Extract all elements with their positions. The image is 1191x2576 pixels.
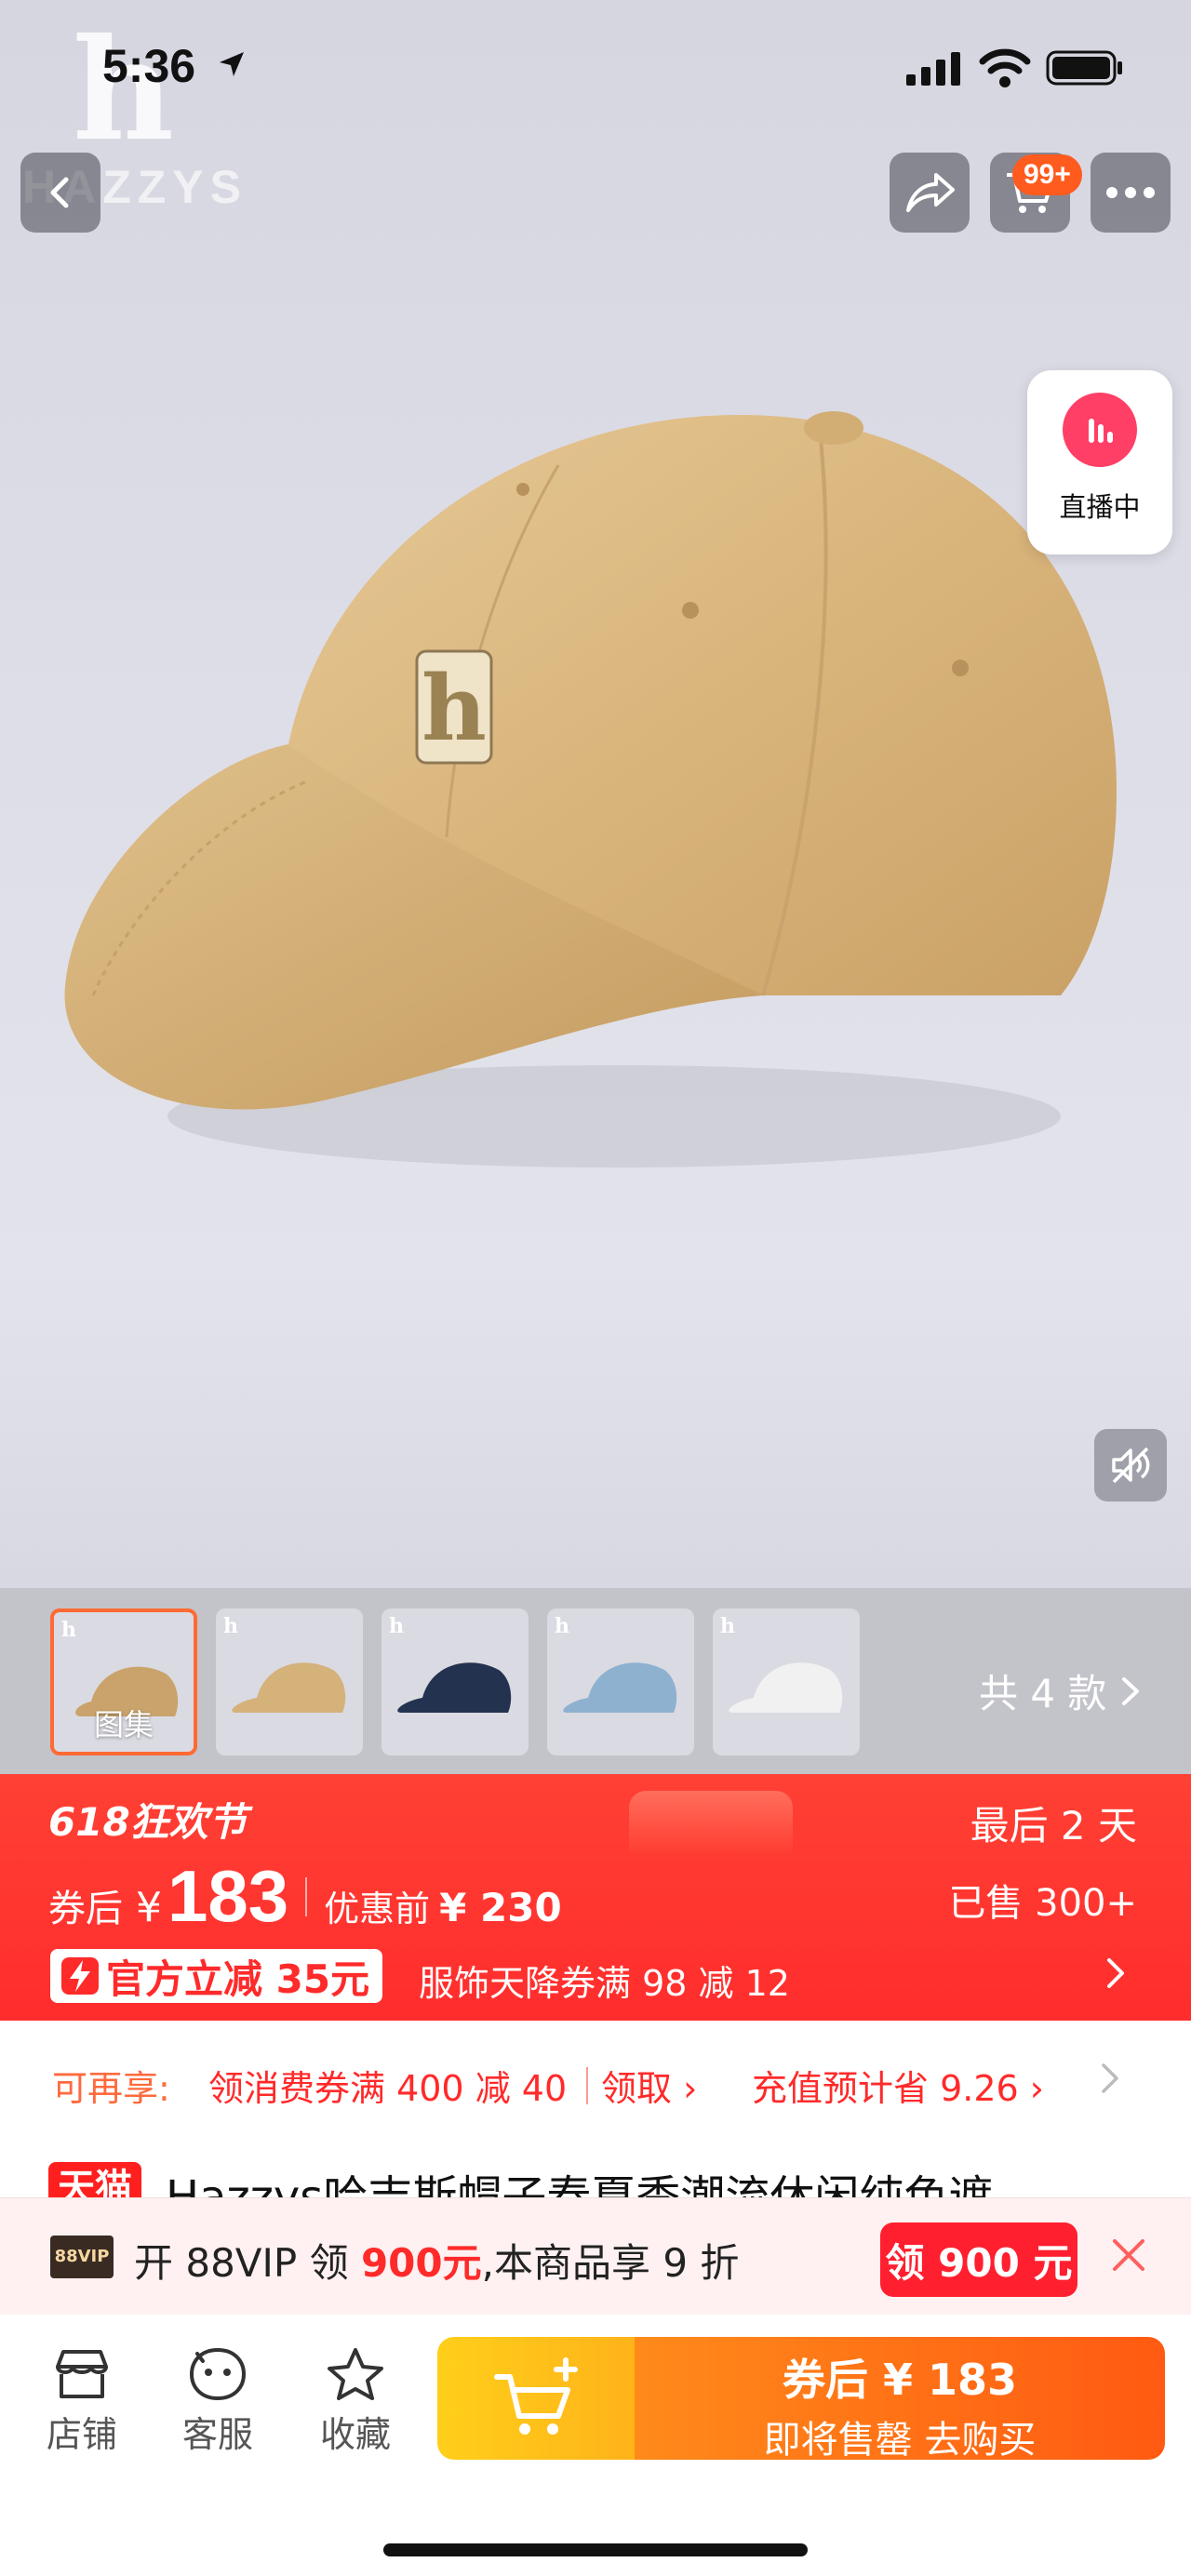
location-arrow-icon [220,52,244,76]
buy-button-group: 券后 ¥ 183 即将售罄 去购买 [437,2337,1165,2460]
share-button[interactable] [890,153,970,233]
store-label: 店铺 [46,2414,117,2455]
vip-text-pre: 开 88VIP 领 [134,2240,361,2286]
speaker-muted-icon [1112,1447,1150,1484]
thumbnail-white[interactable]: h [713,1608,860,1755]
sold-count: 已售 300+ [948,1882,1137,1925]
home-indicator[interactable] [383,2543,808,2556]
thumb-logo: h [389,1614,404,1638]
cart-count-badge: 99+ [1012,154,1082,195]
consumer-coupon[interactable]: 领消费券满 400 减 40 [208,2060,567,2111]
thumb-logo: h [555,1614,569,1638]
claim-label: 领取 [601,2068,673,2109]
vip-tag: 88VIP [50,2236,114,2278]
current-price: 183 [167,1855,289,1937]
official-discount-text: 官方立减 35元 [106,1955,370,2002]
favorite-button[interactable]: 收藏 [300,2346,411,2457]
buy-action-line: 即将售罄 去购买 [763,2419,1037,2460]
claim-coupon-link[interactable]: 领取 › [601,2060,697,2111]
price-divider [305,1876,308,1916]
coupon-divider [586,2067,588,2104]
tmall-badge: 天猫 [48,2162,141,2197]
festival-label: 618狂欢节 [48,1799,248,1845]
vip-text-post: ,本商品享 9 折 [481,2240,740,2286]
add-to-cart-button[interactable] [437,2337,635,2460]
days-left: 最后 2 天 [970,1803,1137,1849]
thumbnail-strip: h 图集 h h h h 共 4 款 [0,1588,1191,1774]
after-coupon-label: 券后 [48,1888,123,1930]
vip-bar: 88VIP 开 88VIP 领 900元,本商品享 9 折 领 900 元 [0,2197,1191,2315]
price-row: 券后 ¥ 183 优惠前 ¥ 230 [48,1854,562,1939]
live-bars-icon [1063,393,1137,467]
recharge-savings-link[interactable]: 充值预计省 9.26 › [752,2060,1044,2111]
product-image-area[interactable]: h h HAZZYS 5:36 99+ 直播中 [0,0,1191,1588]
thumb-logo: h [61,1618,76,1642]
mute-button[interactable] [1094,1429,1167,1502]
star-icon [328,2348,383,2400]
live-stream-button[interactable]: 直播中 [1027,370,1172,554]
product-cap-image: h [64,411,1117,1168]
coupon-description[interactable]: 服饰天降券满 98 减 12 [419,1955,790,2006]
more-options-button[interactable] [1091,153,1171,233]
gallery-caption: 图集 [93,1707,154,1742]
lightning-icon [61,1957,99,1995]
share-icon [906,173,955,212]
wifi-icon [979,48,1031,87]
official-discount-tag: 官方立减 35元 [50,1949,383,2003]
close-icon[interactable] [1107,2234,1150,2276]
product-title: Hazzys哈吉斯帽子春夏季潮流休闲纯色遮 [166,2171,994,2197]
cart-plus-icon [494,2357,578,2435]
service-label: 客服 [181,2414,253,2455]
chevron-right-icon[interactable] [1100,2062,1120,2095]
thumb-logo: h [223,1614,238,1638]
customer-service-button[interactable]: 客服 [162,2346,274,2457]
cellular-signal-icon [906,52,960,86]
thumbnail-light-blue[interactable]: h [547,1608,694,1755]
favorite-label: 收藏 [319,2414,391,2455]
buy-now-button[interactable]: 券后 ¥ 183 即将售罄 去购买 [635,2337,1165,2460]
thumb-logo: h [720,1614,735,1638]
variants-link[interactable]: 共 4 款 [979,1662,1142,1719]
chevron-right-icon[interactable] [1105,1956,1126,1990]
vip-text: 开 88VIP 领 900元,本商品享 9 折 [134,2232,739,2289]
store-button[interactable]: 店铺 [26,2346,138,2457]
claim-vip-button[interactable]: 领 900 元 [880,2222,1077,2297]
recharge-label: 充值预计省 9.26 [752,2068,1019,2109]
thumbnail-gallery[interactable]: h 图集 [50,1608,197,1755]
back-button[interactable] [20,153,100,233]
thumbnail-navy[interactable]: h [381,1608,529,1755]
status-bar: 5:36 [0,0,1191,130]
live-label: 直播中 [1059,491,1141,523]
extra-coupons-row: 可再享: 领消费券满 400 减 40 领取 › 充值预计省 9.26 › [0,2021,1191,2142]
promo-banner: 618狂欢节 最后 2 天 券后 ¥ 183 优惠前 ¥ 230 已售 300+… [0,1774,1191,2021]
store-icon [56,2350,108,2398]
svg-text:h: h [422,656,487,761]
vip-amount: 900元 [360,2240,482,2286]
currency-symbol: ¥ [136,1884,162,1931]
product-title-row: 天猫 Hazzys哈吉斯帽子春夏季潮流休闲纯色遮 [0,2142,1191,2197]
smile-chat-icon [189,2347,247,2401]
before-discount-label: 优惠前 [324,1889,431,1929]
tmall-cat-decoration [629,1791,793,1856]
buy-price-line: 券后 ¥ 183 [782,2355,1018,2405]
extra-label: 可再享: [52,2068,170,2109]
before-discount-price: ¥ 230 [439,1885,562,1930]
chevron-right-icon [1122,1676,1140,1705]
variants-label: 共 4 款 [979,1671,1107,1716]
bottom-action-bar: 店铺 客服 收藏 券后 ¥ 183 即将售罄 去购买 [0,2315,1191,2576]
thumbnail-khaki[interactable]: h [216,1608,363,1755]
chevron-left-icon [50,177,69,208]
status-time: 5:36 [102,40,196,92]
more-dots-icon [1106,187,1155,198]
battery-icon [1046,50,1122,86]
